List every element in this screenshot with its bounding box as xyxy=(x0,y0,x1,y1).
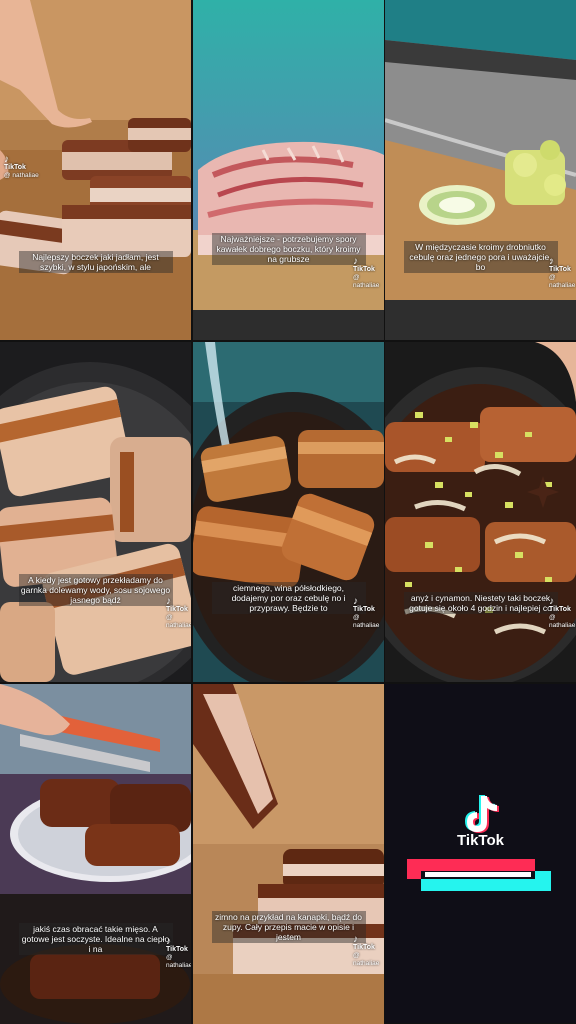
frame-6: anyż i cynamon. Niestety taki boczek got… xyxy=(385,342,576,682)
watermark-brand: TikTok xyxy=(353,606,375,613)
tiktok-note-icon: ♪ xyxy=(353,934,358,945)
frame-7: jakiś czas obracać takie mięso. A gotowe… xyxy=(0,684,191,1024)
tiktok-note-icon: ♪ xyxy=(353,596,358,607)
tiktok-note-icon: ♪ xyxy=(549,256,554,267)
frame-3-image xyxy=(385,0,576,340)
tiktok-note-icon: ♪ xyxy=(353,256,358,267)
subtitle-caption: Najważniejsze - potrzebujemy spory kawał… xyxy=(211,233,366,265)
tiktok-watermark: ♪ TikTok @ nathaliae xyxy=(353,596,384,630)
watermark-handle: @ nathaliae xyxy=(549,274,576,289)
frame-6-image xyxy=(385,342,576,682)
subtitle-caption: ciemnego, wina półsłodkiego, dodajemy po… xyxy=(211,582,366,614)
tiktok-watermark: ♪ TikTok @ nathaliae xyxy=(4,154,39,180)
watermark-brand: TikTok xyxy=(549,266,571,273)
frame-4-image xyxy=(0,342,191,682)
tiktok-watermark: ♪ TikTok @ nathaliae xyxy=(166,596,191,630)
tiktok-note-icon: ♪ xyxy=(4,154,9,165)
subtitle-caption: jakiś czas obracać takie mięso. A gotowe… xyxy=(18,923,173,955)
subtitle-caption: anyż i cynamon. Niestety taki boczek got… xyxy=(403,592,558,614)
tiktok-watermark: ♪ TikTok @ nathaliae xyxy=(549,256,576,290)
white-progress-bar xyxy=(425,872,531,877)
watermark-brand: TikTok xyxy=(4,164,26,171)
tiktok-end-card: TikTok xyxy=(385,684,576,1023)
watermark-handle: @ nathaliae xyxy=(549,614,576,629)
end-card-brand: TikTok xyxy=(457,832,504,849)
frame-7-image xyxy=(0,684,191,1024)
frame-2: Najważniejsze - potrzebujemy spory kawał… xyxy=(193,0,384,340)
frame-5: ciemnego, wina półsłodkiego, dodajemy po… xyxy=(193,342,384,682)
subtitle-caption: zimno na przykład na kanapki, bądź do zu… xyxy=(211,911,366,943)
watermark-handle: @ nathaliae xyxy=(353,952,380,967)
tiktok-note-icon: ♪ xyxy=(166,936,171,947)
watermark-brand: TikTok xyxy=(549,606,571,613)
subtitle-caption: Najlepszy boczek jaki jadłam, jest szybk… xyxy=(18,251,173,273)
frame-8-image xyxy=(193,684,384,1024)
watermark-handle: @ nathaliae xyxy=(166,614,191,629)
watermark-brand: TikTok xyxy=(166,606,188,613)
tiktok-watermark: ♪ TikTok @ nathaliae xyxy=(353,256,384,290)
tiktok-watermark: ♪ TikTok @ nathaliae xyxy=(166,936,191,970)
frame-8: zimno na przykład na kanapki, bądź do zu… xyxy=(193,684,384,1024)
watermark-handle: @ nathaliae xyxy=(4,172,39,179)
subtitle-caption: A kiedy jest gotowy przekładamy do garnk… xyxy=(18,574,173,606)
end-card-background xyxy=(385,684,576,1023)
frame-4: A kiedy jest gotowy przekładamy do garnk… xyxy=(0,342,191,682)
watermark-brand: TikTok xyxy=(166,946,188,953)
frame-5-image xyxy=(193,342,384,682)
tiktok-watermark: ♪ TikTok @ nathaliae xyxy=(353,934,384,968)
tiktok-note-icon: ♪ xyxy=(166,596,171,607)
watermark-handle: @ nathaliae xyxy=(166,954,191,969)
video-frame-grid: Najlepszy boczek jaki jadłam, jest szybk… xyxy=(0,0,576,1024)
watermark-brand: TikTok xyxy=(353,266,375,273)
tiktok-note-icon: ♪ xyxy=(549,596,554,607)
frame-1: Najlepszy boczek jaki jadłam, jest szybk… xyxy=(0,0,191,340)
watermark-brand: TikTok xyxy=(353,944,375,951)
frame-3: W międzyczasie kroimy drobniutko cebulę … xyxy=(385,0,576,340)
watermark-handle: @ nathaliae xyxy=(353,274,380,289)
subtitle-caption: W międzyczasie kroimy drobniutko cebulę … xyxy=(403,241,558,273)
watermark-handle: @ nathaliae xyxy=(353,614,380,629)
tiktok-watermark: ♪ TikTok @ nathaliae xyxy=(549,596,576,630)
